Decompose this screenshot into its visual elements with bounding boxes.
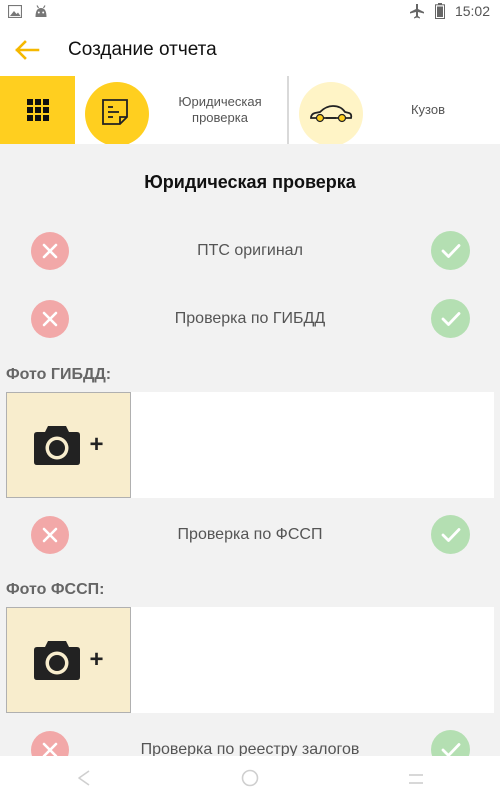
check-label: ПТС оригинал [197,242,303,259]
plus-icon: + [89,646,104,673]
car-icon [310,105,353,123]
menu-grid-button[interactable] [0,76,75,144]
android-icon [35,5,47,17]
photo-gibdd-strip: + [6,392,494,498]
nav-back-button[interactable] [64,764,104,792]
home-circle-icon [241,769,259,787]
status-bar-notifications [8,5,48,18]
reject-button[interactable] [31,731,69,756]
tab-legal-check[interactable]: Юридическая проверка [75,76,287,146]
tab-body-label: Кузов [410,102,446,117]
tab-legal-icon-circle [85,82,149,146]
status-bar-system: 15:02 [409,3,490,19]
page-title: Создание отчета [68,39,217,60]
checkmark-icon [441,243,460,258]
approve-button[interactable] [431,730,470,756]
system-nav-bar [0,756,500,800]
check-label: Проверка по ФССП [177,526,323,543]
arrow-left-icon [15,40,40,60]
close-icon [42,311,58,327]
approve-button[interactable] [431,231,470,270]
checkmark-icon [441,311,460,326]
back-triangle-icon [78,770,90,786]
check-row-fssp: Проверка по ФССП [0,513,500,557]
close-icon [42,742,58,756]
battery-icon [434,3,445,19]
back-button[interactable] [10,34,44,66]
tab-legal-label: Юридическая проверка [178,94,262,125]
plus-icon: + [89,431,104,458]
check-row-pts: ПТС оригинал [0,229,500,273]
close-icon [42,243,58,259]
photo-fssp-label: Фото ФССП: [6,581,105,598]
document-icon [102,99,128,125]
status-bar: 15:02 [0,0,500,24]
category-tabs: Юридическая проверка Кузов [0,76,500,146]
reject-button[interactable] [31,232,69,270]
tab-body-icon-circle [299,82,363,146]
close-icon [42,527,58,543]
status-time: 15:02 [454,3,490,19]
reject-button[interactable] [31,516,69,554]
section-title: Юридическая проверка [144,172,356,192]
photo-fssp-strip: + [6,607,494,713]
reject-button[interactable] [31,300,69,338]
image-icon [8,5,22,18]
grid-icon [26,99,49,121]
approve-button[interactable] [431,515,470,554]
report-content[interactable]: Юридическая проверка ПТС оригинал Провер… [0,144,500,756]
checkmark-icon [441,527,460,542]
nav-home-button[interactable] [230,764,270,792]
app-bar: Создание отчета [0,24,500,76]
recents-icon [409,774,423,784]
add-photo-button[interactable]: + [6,607,131,713]
check-label: Проверка по реестру залогов [140,741,360,756]
check-label: Проверка по ГИБДД [174,310,326,327]
tab-car-body[interactable]: Кузов [289,76,500,146]
photo-gibdd-label: Фото ГИБДД: [6,366,112,383]
check-row-pledge-registry: Проверка по реестру залогов [0,728,500,756]
airplane-icon [409,4,424,19]
check-row-gibdd: Проверка по ГИБДД [0,297,500,341]
add-photo-button[interactable]: + [6,392,131,498]
camera-icon [34,641,81,680]
nav-recents-button[interactable] [396,764,436,792]
approve-button[interactable] [431,299,470,338]
checkmark-icon [441,742,460,756]
camera-icon [34,426,81,465]
